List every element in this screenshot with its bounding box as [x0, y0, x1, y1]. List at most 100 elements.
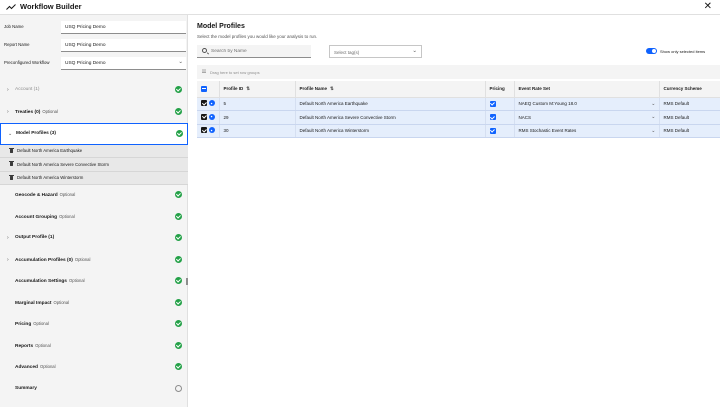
- event-rate-set-cell[interactable]: RMS Stochastic Event Rates ⌄: [514, 124, 660, 138]
- check-circle-icon: [176, 130, 183, 137]
- table-row[interactable]: 29 Default North America Severe Convectiv…: [197, 110, 720, 125]
- preconfigured-workflow-select[interactable]: USQ Pricing Demo ⌄: [61, 57, 186, 70]
- table-row[interactable]: 30 Default North America Winterstorm RMS S…: [197, 124, 720, 138]
- profile-name-cell: Default North America Severe Convective …: [295, 110, 486, 125]
- chevron-down-icon[interactable]: ⌄: [8, 131, 12, 137]
- workflow-step-label: Geocode & Hazard Optional: [15, 192, 76, 198]
- close-icon[interactable]: ✕: [704, 1, 712, 12]
- panel-resize-handle[interactable]: [186, 278, 188, 285]
- chevron-right-icon[interactable]: ›: [7, 235, 9, 241]
- workflow-step-label: Account Grouping Optional: [15, 213, 75, 220]
- column-header-profile-name[interactable]: Profile Name ⇅: [295, 81, 486, 98]
- view-icon[interactable]: [209, 113, 215, 120]
- workflow-step[interactable]: Marginal Impact Optional: [0, 293, 188, 315]
- workflow-step[interactable]: Account Grouping Optional: [0, 207, 188, 229]
- delete-icon[interactable]: [9, 147, 14, 153]
- select-all-checkbox[interactable]: [201, 85, 207, 92]
- select-all-header[interactable]: [197, 81, 220, 98]
- delete-icon[interactable]: [9, 161, 14, 166]
- workflow-step-label: Reports Optional: [15, 342, 51, 349]
- workflow-step-label: Accumulation Settings Optional: [15, 278, 85, 284]
- column-header-profile-id[interactable]: Profile ID ⇅: [219, 81, 296, 98]
- workflow-step[interactable]: Summary: [0, 379, 188, 401]
- row-group-drop-zone[interactable]: Drag here to set row groups: [197, 65, 720, 79]
- view-icon[interactable]: [209, 100, 215, 107]
- row-checkbox[interactable]: [201, 113, 207, 120]
- pricing-checkbox[interactable]: [489, 127, 496, 134]
- check-circle-icon: [175, 341, 182, 349]
- selected-profile-item: Default North America Severe Convective …: [0, 158, 188, 172]
- selected-profile-item: Default North America Winterstorm: [0, 171, 188, 185]
- chevron-down-icon[interactable]: ⌄: [651, 101, 655, 107]
- delete-icon[interactable]: [9, 174, 14, 180]
- title-bar: Workflow Builder ✕: [0, 0, 720, 15]
- workflow-sidebar: Job Name USQ Pricing Demo Report Name US…: [0, 15, 188, 407]
- column-header-pricing[interactable]: Pricing: [485, 81, 515, 98]
- workflow-steps: › Account (1) › Treaties (0) Optional ⌄ Model …: [0, 80, 188, 400]
- optional-tag: Optional: [42, 108, 58, 114]
- optional-tag: Optional: [53, 299, 70, 305]
- drag-handle-icon: [202, 69, 206, 74]
- view-icon[interactable]: [209, 127, 215, 134]
- chevron-right-icon[interactable]: ›: [7, 109, 9, 115]
- workflow-step-label: Advanced Optional: [15, 364, 56, 370]
- column-header-event-rate-set[interactable]: Event Rate Set: [514, 81, 660, 98]
- row-checkbox[interactable]: [201, 100, 207, 107]
- workflow-step[interactable]: Geocode & Hazard Optional: [0, 185, 188, 207]
- check-circle-icon: [175, 363, 182, 370]
- column-header-currency-scheme[interactable]: Currency Scheme: [659, 81, 720, 98]
- workflow-step[interactable]: › Treaties (0) Optional: [0, 102, 188, 124]
- chevron-down-icon: ⌄: [178, 59, 183, 65]
- event-rate-set-cell[interactable]: NAEQ Custom M:Young 18.0 ⌄: [514, 97, 660, 111]
- profile-id-cell: 5: [219, 97, 296, 111]
- report-name-field[interactable]: USQ Pricing Demo: [61, 39, 186, 52]
- job-name-label: Job Name: [4, 24, 24, 29]
- sort-icon[interactable]: ⇅: [330, 86, 334, 91]
- search-input[interactable]: [211, 45, 309, 57]
- check-circle-icon: [175, 320, 182, 327]
- chevron-right-icon[interactable]: ›: [7, 87, 9, 93]
- workflow-step-label: Marginal Impact Optional: [15, 299, 70, 306]
- workflow-step[interactable]: › Accumulation Profiles (0) Optional: [0, 250, 188, 272]
- tag-select[interactable]: Select tag(s) ⌄: [329, 45, 422, 58]
- table-row[interactable]: 5 Default North America Earthquake NAEQ Cu…: [197, 97, 720, 111]
- tag-select-placeholder: Select tag(s): [334, 49, 360, 55]
- pricing-checkbox[interactable]: [489, 114, 496, 121]
- page-title: Model Profiles: [197, 23, 245, 30]
- workflow-step[interactable]: › Output Profile (1): [0, 228, 188, 250]
- workflow-step[interactable]: Advanced Optional: [0, 357, 188, 379]
- profile-id-cell: 29: [219, 110, 296, 125]
- profile-id-cell: 30: [219, 124, 296, 138]
- row-group-hint: Drag here to set row groups: [210, 69, 260, 75]
- preconfigured-workflow-row: Preconfigured Workflow USQ Pricing Demo …: [4, 57, 186, 70]
- workflow-step-label: Treaties (0) Optional: [15, 108, 58, 115]
- workflow-step-label: Model Profiles (3): [16, 131, 56, 136]
- event-rate-set-cell[interactable]: NACS ⌄: [514, 110, 660, 125]
- profile-name-cell: Default North America Earthquake: [295, 97, 486, 111]
- optional-tag: Optional: [39, 364, 56, 369]
- chevron-down-icon[interactable]: ⌄: [651, 114, 655, 120]
- chevron-down-icon[interactable]: ⌄: [651, 128, 655, 134]
- workflow-step[interactable]: Pricing Optional: [0, 314, 188, 336]
- sort-icon[interactable]: ⇅: [246, 86, 250, 91]
- report-name-label: Report Name: [4, 42, 30, 47]
- pricing-cell: [485, 97, 515, 111]
- check-circle-icon: [175, 234, 182, 241]
- app-title: Workflow Builder: [20, 2, 82, 11]
- pricing-checkbox[interactable]: [489, 100, 496, 107]
- workflow-step[interactable]: Accumulation Settings Optional: [0, 271, 188, 293]
- search-icon: [202, 48, 207, 53]
- show-selected-toggle[interactable]: [646, 48, 657, 54]
- check-circle-icon: [175, 107, 182, 115]
- chevron-right-icon[interactable]: ›: [7, 257, 9, 263]
- workflow-step[interactable]: › Account (1): [0, 80, 188, 102]
- row-checkbox[interactable]: [201, 127, 207, 134]
- row-select-cell: [197, 97, 220, 111]
- job-name-field[interactable]: USQ Pricing Demo: [61, 21, 186, 34]
- workflow-step[interactable]: ⌄ Model Profiles (3): [0, 123, 188, 145]
- selected-profile-label: Default North America Earthquake: [17, 148, 83, 153]
- currency-scheme-cell: RMS Default: [659, 110, 720, 125]
- job-name-row: Job Name USQ Pricing Demo: [4, 21, 186, 34]
- show-selected-toggle-group: Show only selected items: [646, 47, 714, 55]
- workflow-step[interactable]: Reports Optional: [0, 336, 188, 358]
